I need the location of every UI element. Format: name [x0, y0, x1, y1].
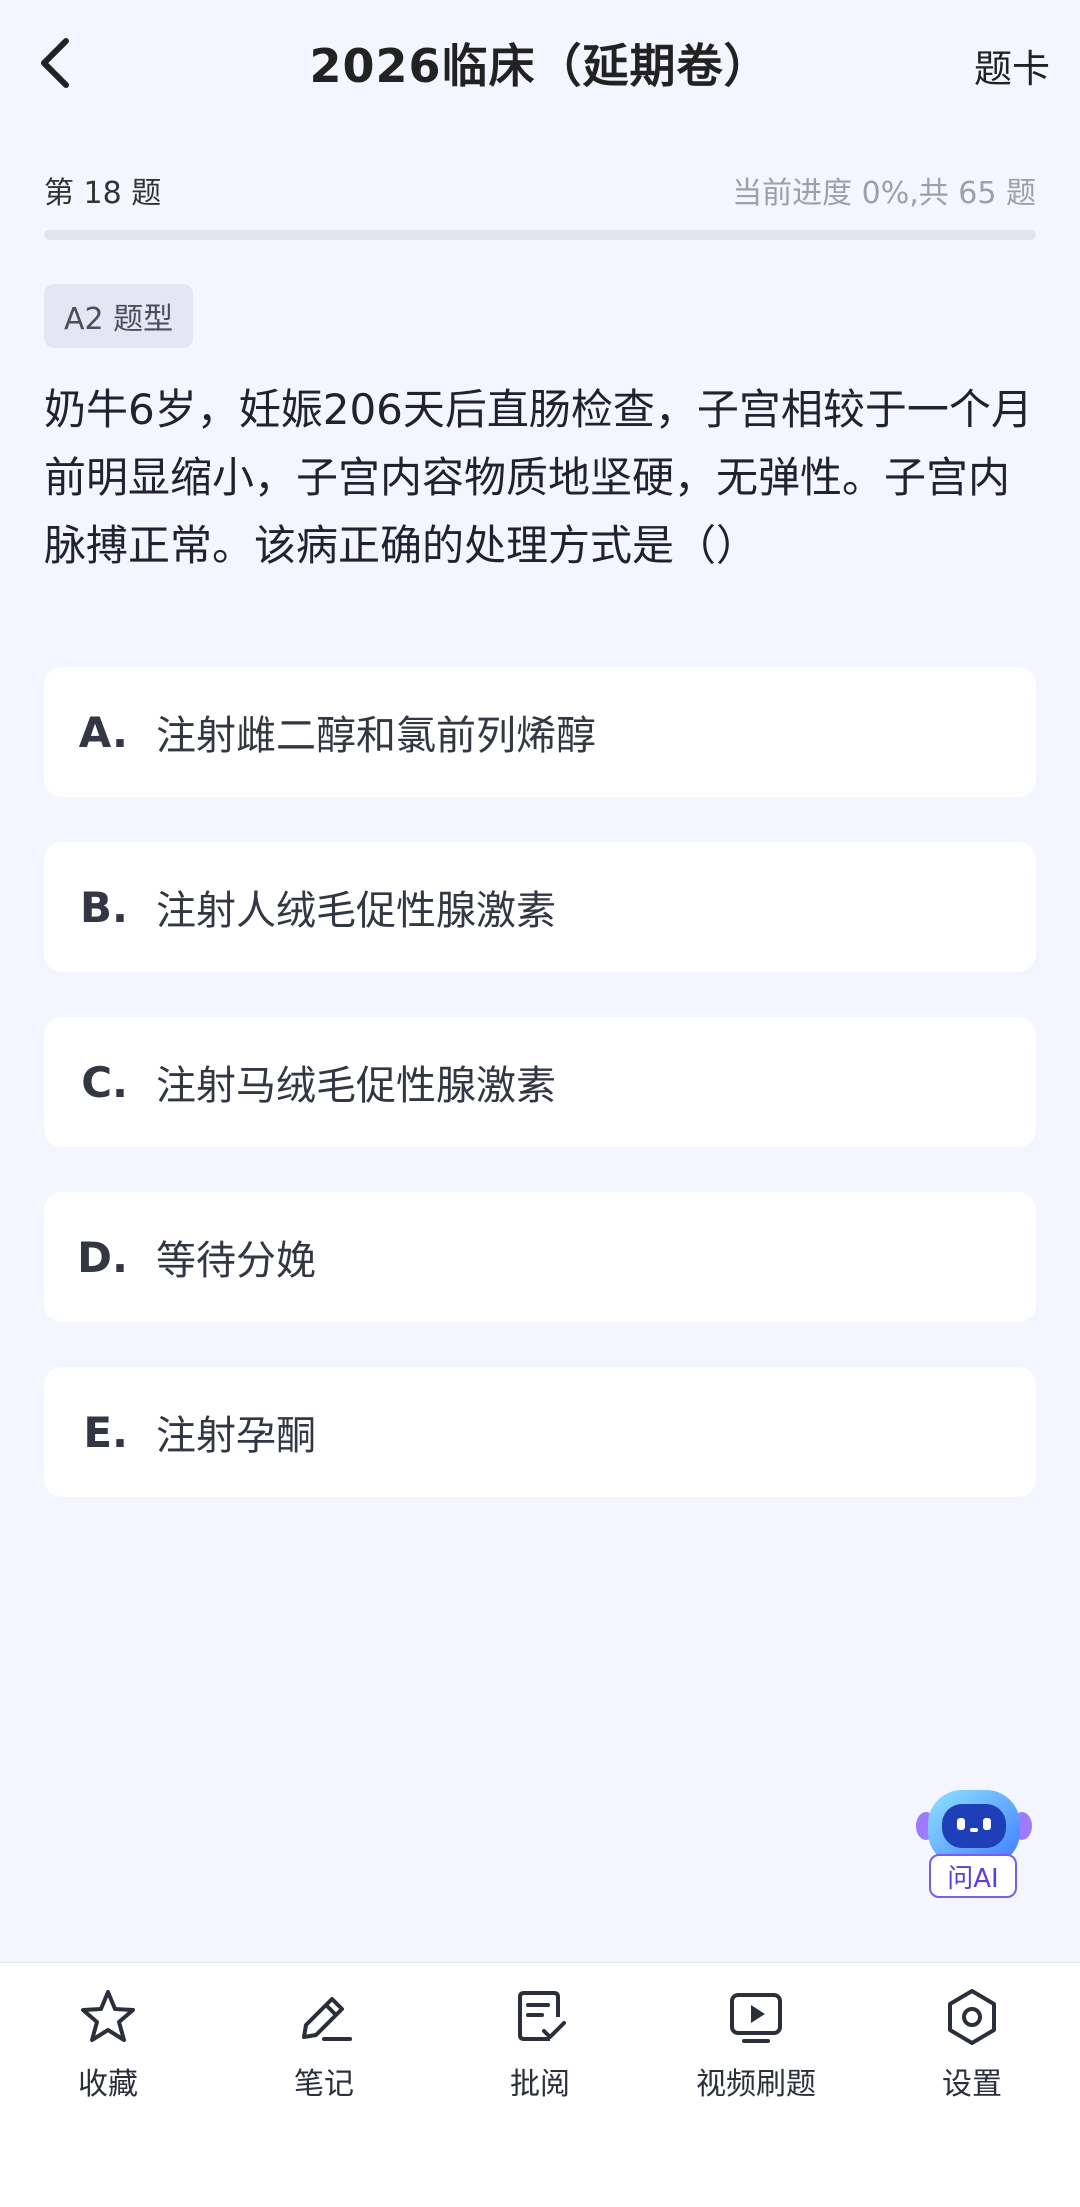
- settings-label: 设置: [942, 2067, 1002, 2102]
- settings-icon: [948, 1989, 996, 2045]
- video-icon: [730, 1993, 782, 2043]
- option-text: 等待分娩: [156, 1238, 316, 1284]
- exam-page: 2026临床（延期卷） 题卡 第 18 题 当前进度 0%,共 65 题 A2 …: [0, 0, 1080, 2207]
- option-c[interactable]: C. 注射马绒毛促性腺激素: [44, 1017, 1036, 1147]
- option-letter: A.: [78, 707, 128, 757]
- option-text: 注射孕酮: [156, 1413, 316, 1459]
- review-label: 批阅: [510, 2067, 570, 2102]
- favorite-button[interactable]: 收藏: [8, 1985, 208, 2115]
- review-button[interactable]: 批阅: [440, 1985, 640, 2115]
- option-letter: C.: [81, 1057, 128, 1107]
- question-card-button[interactable]: 题卡: [974, 38, 1050, 93]
- option-b[interactable]: B. 注射人绒毛促性腺激素: [44, 842, 1036, 972]
- pencil-icon: [302, 1997, 352, 2041]
- favorite-label: 收藏: [78, 2067, 138, 2102]
- option-text: 注射雌二醇和氯前列烯醇: [156, 713, 596, 759]
- progress-status: 当前进度 0%,共 65 题: [732, 176, 1036, 211]
- star-icon: [81, 1990, 135, 2042]
- question-number: 第 18 题: [44, 176, 162, 211]
- option-a[interactable]: A. 注射雌二醇和氯前列烯醇: [44, 667, 1036, 797]
- option-letter: E.: [83, 1407, 128, 1457]
- option-text: 注射人绒毛促性腺激素: [156, 888, 556, 934]
- settings-button[interactable]: 设置: [872, 1985, 1072, 2115]
- question-stem: 奶牛6岁，妊娠206天后直肠检查，子宫相较于一个月前明显缩小，子宫内容物质地坚硬…: [44, 385, 1033, 570]
- option-e[interactable]: E. 注射孕酮: [44, 1367, 1036, 1497]
- question-type-tag: A2 题型: [44, 284, 194, 348]
- page-title: 2026临床（延期卷）: [309, 39, 771, 93]
- option-letter: D.: [77, 1232, 128, 1282]
- review-icon: [518, 1991, 566, 2041]
- progress-bar: [44, 230, 1036, 240]
- option-d[interactable]: D. 等待分娩: [44, 1192, 1036, 1322]
- video-practice-label: 视频刷题: [696, 2067, 816, 2102]
- notes-button[interactable]: 笔记: [224, 1985, 424, 2115]
- notes-label: 笔记: [294, 2067, 354, 2102]
- option-text: 注射马绒毛促性腺激素: [156, 1063, 556, 1109]
- ask-ai-label: 问AI: [929, 1854, 1017, 1898]
- option-letter: B.: [80, 882, 128, 932]
- bottom-toolbar: 收藏 笔记 批阅 视频刷题 设置: [0, 1962, 1080, 2207]
- video-practice-button[interactable]: 视频刷题: [656, 1985, 856, 2115]
- ask-ai-button[interactable]: 问AI: [912, 1780, 1036, 1904]
- header: 2026临床（延期卷） 题卡: [0, 0, 1080, 130]
